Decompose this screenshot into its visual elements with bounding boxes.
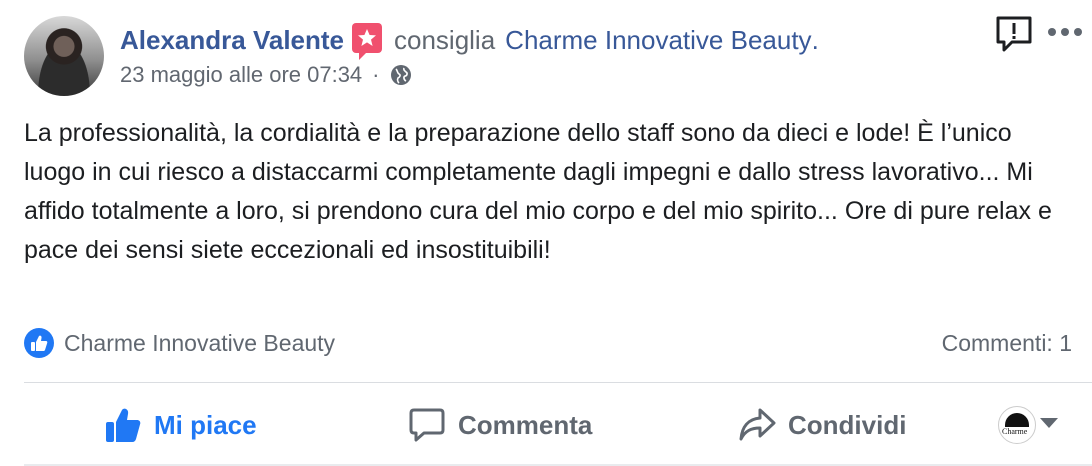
thumbs-up-icon xyxy=(106,408,141,442)
share-button-label: Condividi xyxy=(788,409,907,440)
more-options-icon[interactable] xyxy=(1046,22,1086,42)
review-post: Alexandra Valente consiglia Charme Innov… xyxy=(0,0,1092,466)
comment-icon xyxy=(409,408,445,442)
share-button[interactable]: Condividi xyxy=(738,402,906,448)
author-avatar[interactable] xyxy=(24,16,104,96)
page-logo-icon xyxy=(1005,413,1029,427)
like-button-label: Mi piace xyxy=(154,409,257,440)
chevron-down-icon[interactable] xyxy=(1040,418,1058,428)
post-text: La professionalità, la cordialità e la p… xyxy=(24,119,1052,264)
page-identity-avatar[interactable]: Charme xyxy=(998,406,1036,444)
comments-count[interactable]: Commenti: 1 xyxy=(942,326,1072,360)
author-name[interactable]: Alexandra Valente xyxy=(120,25,344,56)
globe-icon[interactable] xyxy=(390,64,412,86)
post-meta: 23 maggio alle ore 07:34 · xyxy=(120,60,412,90)
report-icon[interactable] xyxy=(994,14,1034,54)
post-timestamp[interactable]: 23 maggio alle ore 07:34 xyxy=(120,62,362,88)
post-header: Alexandra Valente consiglia Charme Innov… xyxy=(120,22,819,60)
reaction-names[interactable]: Charme Innovative Beauty xyxy=(64,330,335,357)
recommendation-star-icon xyxy=(352,23,382,60)
recommends-text: consiglia xyxy=(394,24,496,55)
share-icon xyxy=(739,408,776,441)
page-link[interactable]: Charme Innovative Beauty xyxy=(505,25,811,56)
meta-separator: · xyxy=(372,62,380,87)
like-button[interactable]: Mi piace xyxy=(104,402,257,448)
reactions-summary[interactable]: Charme Innovative Beauty xyxy=(24,326,335,360)
comment-button-label: Commenta xyxy=(458,409,593,440)
page-avatar-text: Charme xyxy=(1002,427,1028,436)
comment-button[interactable]: Commenta xyxy=(408,402,592,448)
page-link-period: . xyxy=(811,24,819,55)
divider xyxy=(24,382,1092,383)
like-icon xyxy=(24,328,54,358)
